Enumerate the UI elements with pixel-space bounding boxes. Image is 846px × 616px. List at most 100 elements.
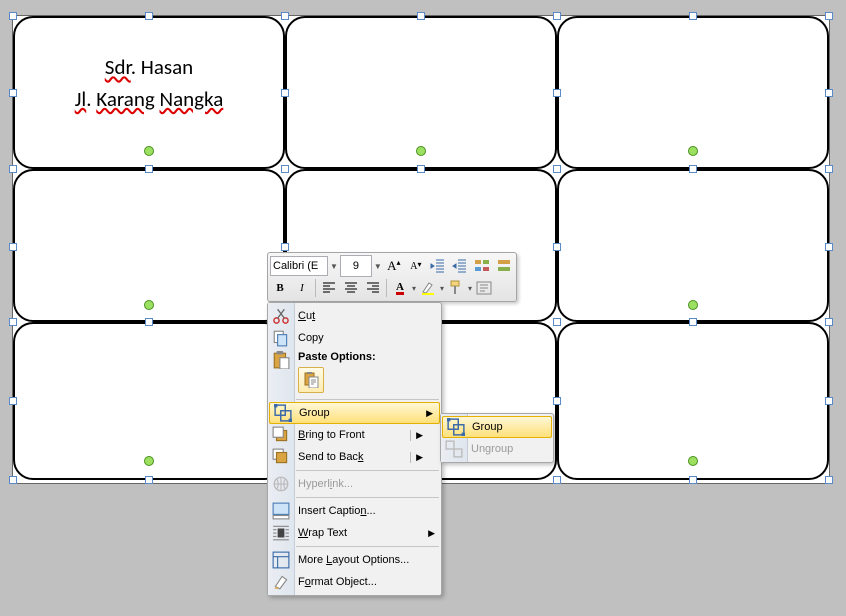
selection-handle[interactable] <box>281 165 289 173</box>
grow-font-button[interactable]: A▴ <box>384 256 404 276</box>
increase-indent-button[interactable] <box>450 256 470 276</box>
dropdown-arrow-icon[interactable]: ▼ <box>374 262 382 271</box>
group-submenu[interactable]: Group Ungroup <box>440 413 554 463</box>
submenu-arrow-icon: ▶ <box>410 430 423 441</box>
menu-copy[interactable]: Copy <box>268 327 441 349</box>
menu-label: Group <box>299 407 439 419</box>
selection-handle[interactable] <box>689 165 697 173</box>
selection-handle[interactable] <box>553 89 561 97</box>
italic-button[interactable]: I <box>292 278 312 298</box>
cut-icon <box>272 307 290 325</box>
bold-button[interactable]: B <box>270 278 290 298</box>
rotation-handle[interactable] <box>144 300 154 310</box>
selection-handle[interactable] <box>553 243 561 251</box>
selection-handle[interactable] <box>825 476 833 484</box>
submenu-arrow-icon: ▶ <box>410 452 423 463</box>
bring-to-front-icon <box>272 426 290 444</box>
selection-handle[interactable] <box>145 318 153 326</box>
rotation-handle[interactable] <box>144 456 154 466</box>
format-object-icon <box>272 573 290 591</box>
align-right-button[interactable] <box>363 278 383 298</box>
dropdown-arrow-icon[interactable]: ▼ <box>330 262 338 271</box>
selection-handle[interactable] <box>825 318 833 326</box>
hyperlink-icon <box>272 475 290 493</box>
selection-handle[interactable] <box>417 165 425 173</box>
selection-handle[interactable] <box>689 476 697 484</box>
selection-handle[interactable] <box>825 89 833 97</box>
menu-wrap-text[interactable]: Wrap Text ▶ <box>268 522 441 544</box>
rotation-handle[interactable] <box>144 146 154 156</box>
menu-label: Paste Options: <box>298 351 441 363</box>
align-left-button[interactable] <box>319 278 339 298</box>
menu-insert-caption[interactable]: Insert Caption... <box>268 500 441 522</box>
shrink-font-button[interactable]: A▾ <box>406 256 426 276</box>
submenu-ungroup: Ungroup <box>441 438 553 460</box>
selection-handle[interactable] <box>825 243 833 251</box>
align-center-button[interactable] <box>341 278 361 298</box>
selection-handle[interactable] <box>281 243 289 251</box>
dropdown-arrow-icon[interactable]: ▾ <box>468 284 472 293</box>
rotation-handle[interactable] <box>688 146 698 156</box>
card-text: Sdr. Hasan Jl. Karang Nangka <box>15 18 283 115</box>
menu-cut[interactable]: Cut <box>268 305 441 327</box>
selection-handle[interactable] <box>553 12 561 20</box>
selection-handle[interactable] <box>9 12 17 20</box>
submenu-group[interactable]: Group <box>442 416 552 438</box>
selection-handle[interactable] <box>9 89 17 97</box>
selection-handle[interactable] <box>145 476 153 484</box>
dropdown-arrow-icon[interactable]: ▾ <box>412 284 416 293</box>
bullets-button[interactable] <box>472 256 492 276</box>
selection-handle[interactable] <box>9 165 17 173</box>
ungroup-icon <box>445 440 463 458</box>
decrease-indent-button[interactable] <box>428 256 448 276</box>
font-size-input[interactable] <box>340 255 372 277</box>
menu-label: Group <box>472 421 551 433</box>
selection-handle[interactable] <box>281 89 289 97</box>
menu-bring-to-front[interactable]: Bring to Front ▶ <box>268 424 441 446</box>
selection-handle[interactable] <box>9 397 17 405</box>
highlight-button[interactable] <box>418 278 438 298</box>
menu-label: Copy <box>298 332 441 344</box>
mini-toolbar[interactable]: ▼ ▼ A▴ A▾ B I A ▾ ▾ ▾ <box>267 252 517 302</box>
selection-handle[interactable] <box>9 243 17 251</box>
wrap-text-icon <box>272 524 290 542</box>
paste-keep-source-button[interactable] <box>298 367 324 393</box>
rotation-handle[interactable] <box>416 146 426 156</box>
selection-handle[interactable] <box>281 12 289 20</box>
menu-format-object[interactable]: Format Object... <box>268 571 441 593</box>
selection-handle[interactable] <box>9 318 17 326</box>
menu-group[interactable]: Group ▶ <box>269 402 440 424</box>
selection-handle[interactable] <box>825 397 833 405</box>
menu-more-layout[interactable]: More Layout Options... <box>268 549 441 571</box>
text-span: Jl <box>75 86 87 112</box>
menu-hyperlink: Hyperlink... <box>268 473 441 495</box>
rotation-handle[interactable] <box>688 456 698 466</box>
selection-handle[interactable] <box>9 476 17 484</box>
selection-handle[interactable] <box>689 318 697 326</box>
styles-button[interactable] <box>474 278 494 298</box>
menu-send-to-back[interactable]: Send to Back ▶ <box>268 446 441 468</box>
selection-handle[interactable] <box>417 12 425 20</box>
selection-handle[interactable] <box>825 12 833 20</box>
text-span: . <box>86 86 96 112</box>
numbering-button[interactable] <box>494 256 514 276</box>
selection-handle[interactable] <box>553 476 561 484</box>
dropdown-arrow-icon[interactable]: ▾ <box>440 284 444 293</box>
selection-handle[interactable] <box>145 165 153 173</box>
submenu-arrow-icon: ▶ <box>428 528 435 539</box>
text-span: . Hasan <box>131 54 194 80</box>
selection-handle[interactable] <box>553 318 561 326</box>
format-painter-button[interactable] <box>446 278 466 298</box>
selection-handle[interactable] <box>145 12 153 20</box>
rotation-handle[interactable] <box>688 300 698 310</box>
selection-handle[interactable] <box>553 165 561 173</box>
menu-paste-options[interactable]: Paste Options: <box>268 349 441 397</box>
submenu-arrow-icon: ▶ <box>426 408 433 419</box>
font-name-input[interactable] <box>270 256 328 276</box>
layout-icon <box>272 551 290 569</box>
context-menu[interactable]: Cut Copy Paste Options: Group ▶ Bring to… <box>267 302 442 596</box>
selection-handle[interactable] <box>689 12 697 20</box>
selection-handle[interactable] <box>825 165 833 173</box>
font-color-button[interactable]: A <box>390 278 410 298</box>
selection-handle[interactable] <box>553 397 561 405</box>
